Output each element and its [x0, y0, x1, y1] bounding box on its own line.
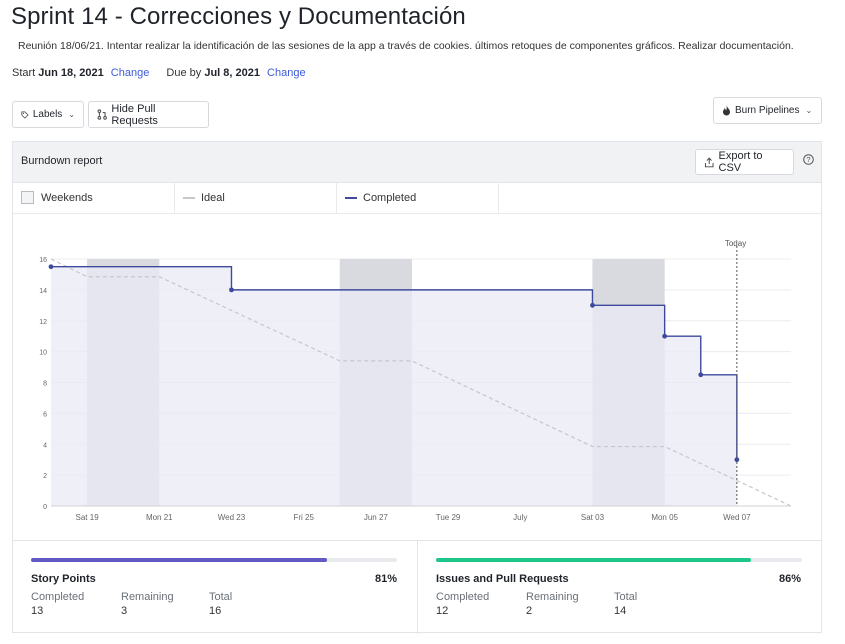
x-tick-label: Sat 03 [581, 513, 605, 522]
burndown-title: Burndown report [21, 155, 103, 167]
y-tick-label: 8 [43, 381, 47, 388]
svg-text:?: ? [806, 155, 810, 164]
issues-title: Issues and Pull Requests [436, 573, 569, 585]
chevron-down-icon: ⌄ [805, 106, 813, 115]
export-icon [704, 157, 714, 167]
issues-total-value: 14 [614, 605, 627, 617]
issues-percent: 86% [778, 573, 801, 585]
ideal-swatch [183, 196, 195, 199]
burndown-panel: Burndown report Export to CSV ? Weekends… [12, 141, 822, 634]
start-label: Start [12, 67, 36, 79]
labels-button-label: Labels [32, 109, 63, 120]
legend-completed[interactable]: Completed [337, 182, 499, 213]
legend-completed-label: Completed [363, 191, 417, 204]
y-tick-label: 12 [39, 319, 47, 326]
issues-total-label: Total [614, 591, 638, 603]
completed-point [662, 333, 668, 339]
issues-progress-fill [436, 558, 751, 562]
story-completed-value: 13 [31, 605, 44, 617]
tag-icon [21, 110, 29, 119]
page-title: Sprint 14 - Correcciones y Documentación [11, 3, 466, 30]
y-tick-label: 2 [43, 473, 47, 480]
burn-pipelines-label: Burn Pipelines [735, 105, 800, 116]
story-points-percent: 81% [374, 573, 397, 585]
x-tick-label: Tue 29 [436, 513, 461, 522]
completed-point [698, 372, 704, 378]
change-due-link[interactable]: Change [267, 67, 306, 79]
sprint-description: Reunión 18/06/21. Intentar realizar la i… [18, 40, 794, 52]
export-csv-button[interactable]: Export to CSV [695, 149, 794, 175]
issues-completed-value: 12 [436, 605, 449, 617]
x-tick-label: Jun 27 [364, 513, 389, 522]
completed-point [48, 264, 54, 270]
x-tick-label: Sat 19 [76, 513, 100, 522]
story-completed-label: Completed [31, 591, 85, 603]
issues-remaining-value: 2 [526, 605, 533, 617]
completed-point [229, 287, 234, 293]
hide-pull-requests-button[interactable]: Hide Pull Requests [88, 101, 209, 128]
sprint-dates: Start Jun 18, 2021 Change Due by Jul 8, … [12, 67, 306, 79]
x-tick-label: Fri 25 [293, 513, 314, 522]
hide-pr-label: Hide Pull Requests [111, 102, 158, 127]
story-remaining-label: Remaining [121, 591, 174, 603]
y-tick-label: 6 [43, 411, 47, 418]
question-circle-icon[interactable]: ? [803, 154, 814, 165]
story-points-title: Story Points [31, 573, 96, 585]
export-csv-label: Export to CSV [718, 150, 763, 174]
story-progress-track [31, 558, 397, 562]
stats-section: Story Points 81% Completed Remaining Tot… [13, 540, 821, 634]
due-label: Due by [166, 67, 202, 79]
change-start-link[interactable]: Change [111, 67, 150, 79]
x-tick-label: Wed 07 [723, 513, 751, 522]
y-tick-label: 0 [43, 504, 47, 511]
chart-legend: Weekends Ideal Completed [13, 182, 821, 214]
legend-weekends-label: Weekends [41, 191, 93, 204]
legend-weekends[interactable]: Weekends [13, 182, 175, 213]
y-tick-label: 10 [39, 350, 47, 357]
x-tick-label: Wed 23 [218, 513, 246, 522]
issues-stats: Issues and Pull Requests 86% Completed R… [418, 541, 821, 634]
labels-button[interactable]: Labels ⌄ [12, 101, 84, 128]
start-date: Jun 18, 2021 [38, 67, 104, 79]
y-tick-label: 4 [43, 442, 47, 449]
x-tick-label: July [513, 513, 527, 522]
y-tick-label: 16 [39, 257, 47, 264]
issues-completed-label: Completed [436, 591, 490, 603]
y-tick-label: 14 [39, 288, 47, 295]
x-tick-label: Mon 05 [651, 513, 678, 522]
completed-swatch [345, 196, 357, 199]
story-progress-fill [31, 558, 328, 562]
story-total-label: Total [209, 591, 233, 603]
issues-progress-track [436, 558, 802, 562]
completed-point [590, 302, 595, 308]
legend-ideal-label: Ideal [201, 191, 225, 204]
x-tick-label: Mon 21 [146, 513, 173, 522]
story-total-value: 16 [209, 605, 222, 617]
burndown-header: Burndown report Export to CSV ? [13, 142, 821, 183]
due-date: Jul 8, 2021 [204, 67, 260, 79]
today-label: Today [725, 239, 746, 248]
burn-pipelines-button[interactable]: Burn Pipelines ⌄ [713, 97, 822, 124]
weekends-checkbox[interactable] [21, 191, 34, 204]
story-points-stats: Story Points 81% Completed Remaining Tot… [13, 541, 417, 634]
story-remaining-value: 3 [121, 605, 128, 617]
chevron-down-icon: ⌄ [68, 110, 75, 119]
pull-request-icon [97, 109, 107, 120]
issues-remaining-label: Remaining [526, 591, 579, 603]
burndown-chart: 0 2 4 6 8 10 12 14 16 Today Sat 19 Mon 21 Wed 23 Fri … [39, 239, 792, 522]
legend-ideal[interactable]: Ideal [175, 182, 337, 213]
flame-icon [723, 105, 730, 116]
